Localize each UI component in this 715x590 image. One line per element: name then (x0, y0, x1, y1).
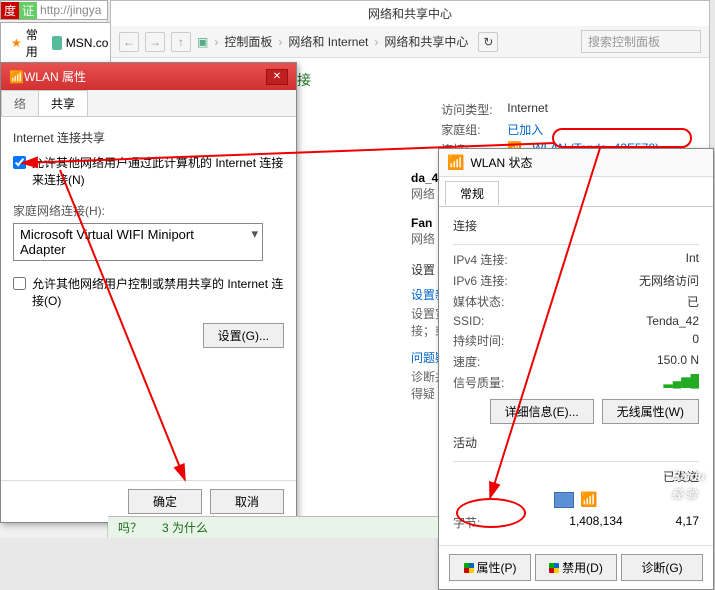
connection-section-label: 连接 (453, 217, 699, 234)
ipv6-label: IPv6 连接: (453, 272, 533, 289)
speed-label: 速度: (453, 353, 533, 370)
tab-sharing[interactable]: 共享 (38, 90, 88, 116)
wlan-status-titlebar: 📶 WLAN 状态 (439, 149, 713, 177)
ipv4-label: IPv4 连接: (453, 251, 533, 268)
access-type-label: 访问类型: (441, 101, 497, 118)
wlan-status-dialog: 📶 WLAN 状态 常规 连接 IPv4 连接:Int IPv6 连接:无网络访… (438, 148, 714, 590)
signal-icon: 📶 (580, 491, 597, 508)
cancel-button[interactable]: 取消 (210, 489, 284, 514)
ics-group-label: Internet 连接共享 (13, 129, 284, 146)
back-button[interactable]: ← (119, 32, 139, 52)
crumb-sharing-center[interactable]: 网络和共享中心 (384, 33, 468, 50)
browser-tab[interactable]: ★ 常用 MSN.co (0, 22, 119, 64)
window-title: 网络和共享中心 (111, 1, 709, 26)
help-q1[interactable]: 吗？ (118, 519, 142, 536)
media-label: 媒体状态: (453, 293, 533, 310)
homegroup-label: 家庭组: (441, 121, 497, 138)
forward-button[interactable]: → (145, 32, 165, 52)
msn-favicon (52, 36, 62, 50)
details-button[interactable]: 详细信息(E)... (490, 399, 594, 424)
shield-icon (464, 563, 474, 573)
computer-icon (554, 492, 574, 508)
disable-button[interactable]: 禁用(D) (535, 554, 617, 581)
search-input[interactable]: 搜索控制面板 (581, 30, 701, 53)
ssid-value: Tenda_42 (533, 314, 699, 328)
star-icon: ★ (11, 36, 22, 50)
baidu-badge-icon: 度 (1, 2, 19, 19)
url-text: http://jingya (40, 3, 101, 17)
adapter-dropdown[interactable]: Microsoft Virtual WIFI Miniport Adapter (13, 223, 263, 261)
allow-sharing-label: 允许其他网络用户通过此计算机的 Internet 连接来连接(N) (32, 154, 284, 188)
fav-label: 常用 (26, 26, 42, 60)
duration-value: 0 (533, 332, 699, 349)
bytes-label: 字节: (453, 514, 533, 531)
allow-sharing-input[interactable] (13, 156, 26, 169)
wlan-prop-tabs: 络 共享 (1, 90, 296, 117)
refresh-button[interactable]: ↻ (478, 32, 498, 52)
tab-label: MSN.co (66, 36, 109, 50)
tab-networking[interactable]: 络 (1, 90, 39, 116)
bytes-recv-value: 4,17 (659, 514, 699, 531)
up-button[interactable]: ↑ (171, 32, 191, 52)
crumb-control-panel[interactable]: 控制面板 (224, 33, 272, 50)
speed-value: 150.0 N (533, 353, 699, 370)
duration-label: 持续时间: (453, 332, 533, 349)
allow-control-input[interactable] (13, 277, 26, 290)
access-type-value: Internet (507, 101, 548, 118)
wlan-prop-titlebar: 📶 WLAN 属性 ✕ (1, 63, 296, 90)
wireless-properties-button[interactable]: 无线属性(W) (602, 399, 699, 424)
breadcrumb-bar: ← → ↑ ▣ › 控制面板 › 网络和 Internet › 网络和共享中心 … (111, 26, 709, 58)
settings-button[interactable]: 设置(G)... (203, 323, 284, 348)
wlan-properties-dialog: 📶 WLAN 属性 ✕ 络 共享 Internet 连接共享 允许其他网络用户通… (0, 62, 297, 523)
signal-bars-icon: ▂▄▆█ (533, 374, 699, 391)
homegroup-link[interactable]: 已加入 (507, 121, 543, 138)
tab-general[interactable]: 常规 (445, 181, 499, 206)
help-q2[interactable]: 3 为什么 (162, 519, 208, 536)
ipv6-value: 无网络访问 (533, 272, 699, 289)
signal-icon: 📶 (447, 154, 464, 171)
address-bar[interactable]: 度 证 http://jingya (0, 0, 108, 20)
media-value: 已 (533, 293, 699, 310)
shield-icon (549, 563, 559, 573)
wlan-status-title: WLAN 状态 (470, 154, 532, 171)
close-button[interactable]: ✕ (266, 69, 288, 85)
wifi-icon: 📶 (9, 70, 24, 84)
sent-label: 已发送 (533, 468, 699, 485)
allow-control-label: 允许其他网络用户控制或禁用共享的 Internet 连接(O) (32, 275, 284, 309)
cert-icon: 证 (19, 2, 37, 19)
ssid-label: SSID: (453, 314, 533, 328)
allow-control-checkbox[interactable]: 允许其他网络用户控制或禁用共享的 Internet 连接(O) (13, 275, 284, 309)
home-conn-label: 家庭网络连接(H): (13, 202, 284, 219)
allow-sharing-checkbox[interactable]: 允许其他网络用户通过此计算机的 Internet 连接来连接(N) (13, 154, 284, 188)
signal-quality-label: 信号质量: (453, 374, 533, 391)
diagnose-button[interactable]: 诊断(G) (621, 554, 703, 581)
ipv4-value: Int (533, 251, 699, 268)
activity-label: 活动 (453, 434, 699, 451)
ok-button[interactable]: 确定 (128, 489, 202, 514)
control-panel-icon: ▣ (197, 35, 208, 49)
properties-button[interactable]: 属性(P) (449, 554, 531, 581)
bytes-sent-value: 1,408,134 (533, 514, 659, 531)
bottom-help-bar: 吗？ 3 为什么 (108, 516, 438, 538)
wlan-prop-title: WLAN 属性 (24, 68, 266, 85)
crumb-network-internet[interactable]: 网络和 Internet (288, 33, 368, 50)
